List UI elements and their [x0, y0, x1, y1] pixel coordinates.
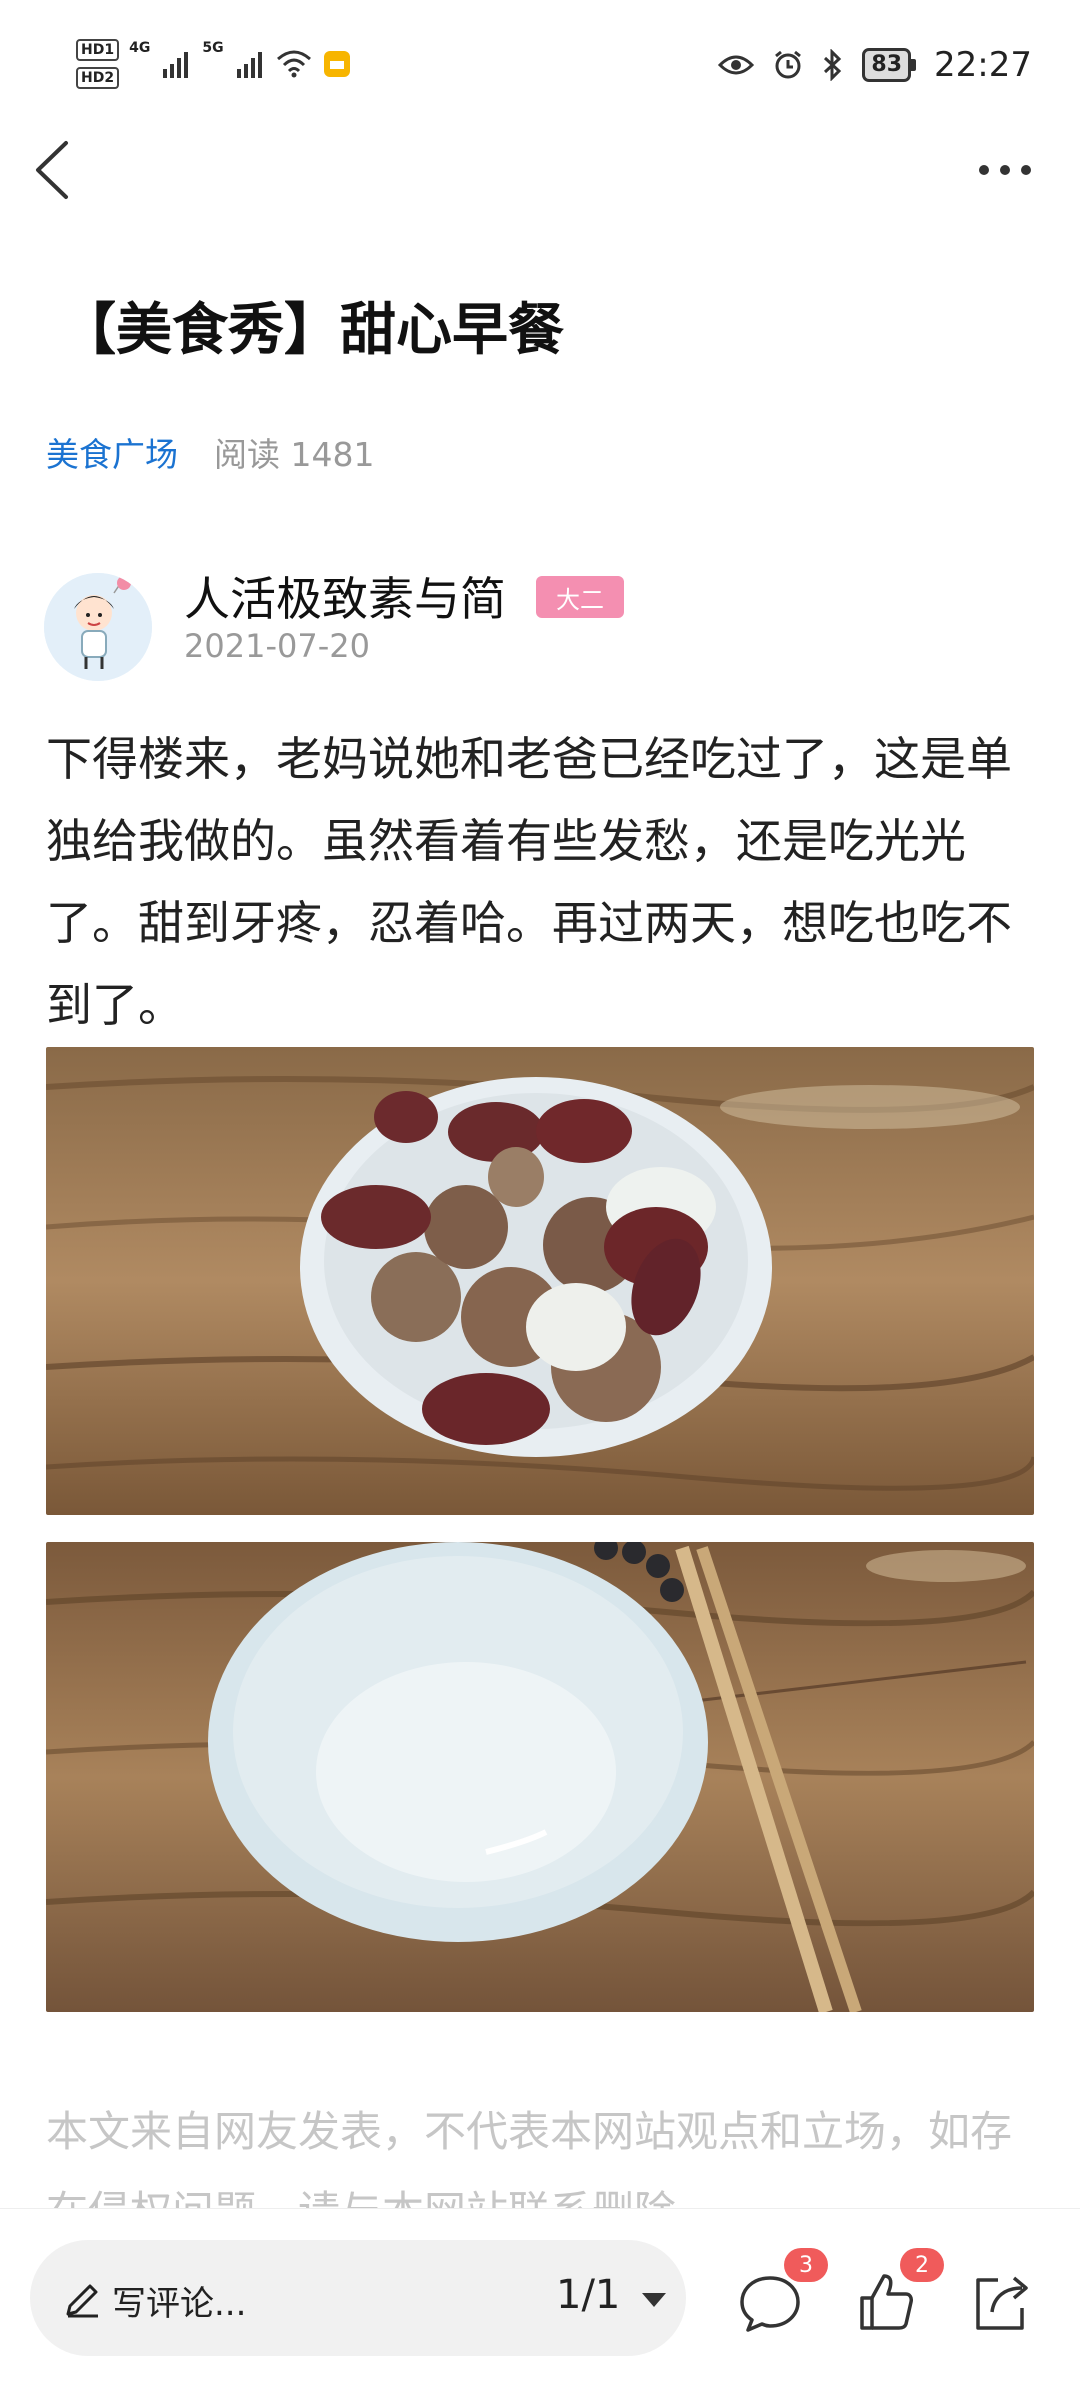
share-button[interactable]: [962, 2262, 1042, 2342]
author-level-badge: 大二: [536, 576, 624, 618]
battery-level: 83: [862, 48, 912, 82]
status-bar: HD1 HD2 4G 5G 83 22:27: [0, 0, 1080, 130]
more-options-button[interactable]: [970, 145, 1040, 195]
back-button[interactable]: [24, 135, 84, 205]
category-link[interactable]: 美食广场: [46, 428, 178, 476]
article-meta: 美食广场 阅读 1481: [46, 428, 374, 476]
post-date: 2021-07-20: [184, 627, 370, 665]
clock: 22:27: [934, 45, 1032, 85]
back-icon: [36, 141, 68, 199]
eye-icon: [718, 55, 755, 75]
caret-down-icon[interactable]: [640, 2290, 668, 2310]
avatar[interactable]: [44, 573, 152, 681]
article-image-empty-bowl[interactable]: [46, 1542, 1034, 2012]
bluetooth-icon: [824, 49, 842, 81]
comment-placeholder[interactable]: 写评论...: [112, 2276, 246, 2325]
hd2-badge: HD2: [76, 67, 120, 89]
comment-count-badge: 3: [784, 2248, 828, 2282]
more-icon: [979, 165, 1031, 175]
author-name[interactable]: 人活极致素与简: [184, 563, 506, 629]
app-notification-icon: [323, 51, 350, 77]
alarm-icon: [775, 50, 802, 79]
share-icon: [976, 2276, 1028, 2330]
status-left: HD1 HD2 4G 5G: [76, 34, 352, 94]
article-body: 下得楼来，老妈说她和老爸已经吃过了，这是单独给我做的。虽然看着有些发愁，还是吃光…: [46, 732, 1012, 1032]
avatar-illustration: [44, 573, 152, 681]
hd-indicators: HD1 HD2: [76, 39, 120, 89]
sim2-type: 5G: [202, 40, 224, 56]
status-right: 83 22:27: [718, 40, 1032, 90]
article-image-bowl-with-dates[interactable]: [46, 1047, 1034, 1515]
wifi-icon: [276, 50, 311, 78]
like-count-badge: 2: [900, 2248, 944, 2282]
article-title: 【美食秀】甜心早餐: [60, 298, 564, 363]
sim1-type: 4G: [129, 40, 151, 56]
battery-indicator: 83: [862, 48, 917, 82]
signal-icon: [163, 52, 189, 78]
page-indicator[interactable]: 1/1: [556, 2272, 620, 2318]
pencil-icon: [66, 2284, 98, 2318]
battery-tip: [911, 59, 917, 71]
signal-icon: [236, 52, 262, 78]
hd1-badge: HD1: [76, 39, 120, 61]
read-count: 阅读 1481: [214, 435, 375, 474]
